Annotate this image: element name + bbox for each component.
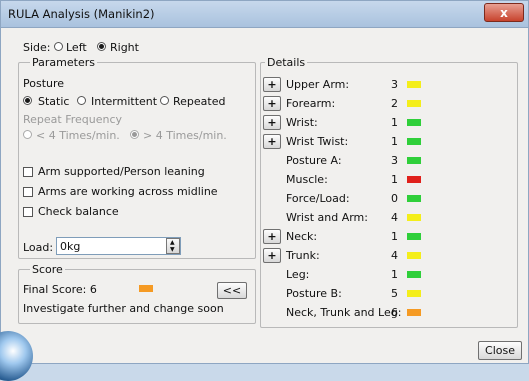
expand-row-button[interactable]: + (263, 229, 281, 244)
detail-score-indicator (407, 233, 421, 240)
detail-value: 2 (391, 97, 398, 110)
close-icon: x (500, 6, 508, 20)
detail-value: 0 (391, 192, 398, 205)
detail-label: Leg: (286, 268, 310, 281)
posture-intermittent-label: Intermittent (91, 95, 158, 108)
detail-label: Wrist: (286, 116, 318, 129)
detail-score-indicator (407, 176, 421, 183)
load-value: 0kg (60, 240, 81, 253)
parameters-legend: Parameters (30, 56, 97, 69)
repeat-under-4-radio (23, 130, 32, 139)
detail-score-indicator (407, 157, 421, 164)
repeat-over-4-radio (130, 130, 139, 139)
detail-value: 1 (391, 173, 398, 186)
expand-row-button[interactable]: + (263, 115, 281, 130)
posture-intermittent-radio[interactable] (77, 96, 86, 105)
expand-row-button[interactable]: + (263, 96, 281, 111)
detail-label: Muscle: (286, 173, 328, 186)
detail-score-indicator (407, 195, 421, 202)
side-right-radio[interactable] (97, 42, 106, 51)
score-legend: Score (30, 263, 65, 276)
side-label: Side: (23, 41, 51, 54)
expand-row-button[interactable]: + (263, 134, 281, 149)
load-input[interactable]: 0kg (56, 237, 181, 255)
detail-value: 3 (391, 78, 398, 91)
parameters-group (18, 62, 256, 259)
collapse-details-button[interactable]: << (217, 282, 247, 299)
repeat-frequency-label: Repeat Frequency (23, 113, 123, 126)
load-label: Load: (23, 241, 54, 254)
final-score-label: Final Score: 6 (23, 283, 97, 296)
detail-label: Force/Load: (286, 192, 350, 205)
posture-repeated-label: Repeated (173, 95, 226, 108)
close-button[interactable]: Close (478, 341, 522, 360)
detail-label: Posture A: (286, 154, 342, 167)
detail-value: 3 (391, 154, 398, 167)
detail-score-indicator (407, 138, 421, 145)
detail-value: 1 (391, 230, 398, 243)
detail-value: 1 (391, 135, 398, 148)
details-legend: Details (265, 56, 308, 69)
expand-row-button[interactable]: + (263, 77, 281, 92)
posture-repeated-radio[interactable] (160, 96, 169, 105)
window-title: RULA Analysis (Manikin2) (8, 7, 155, 21)
detail-value: 4 (391, 211, 398, 224)
close-button-label: Close (485, 344, 515, 357)
detail-score-indicator (407, 290, 421, 297)
detail-label: Trunk: (286, 249, 320, 262)
detail-score-indicator (407, 252, 421, 259)
dialog-footer (1, 337, 528, 363)
side-right-label: Right (110, 41, 139, 54)
score-message: Investigate further and change soon (23, 302, 224, 315)
arms-midline-checkbox[interactable] (23, 187, 33, 197)
check-balance-label: Check balance (38, 205, 119, 218)
detail-value: 4 (391, 249, 398, 262)
arm-supported-label: Arm supported/Person leaning (38, 165, 205, 178)
detail-label: Wrist Twist: (286, 135, 349, 148)
posture-label: Posture (23, 77, 65, 90)
detail-value: 1 (391, 116, 398, 129)
stepper-down-icon[interactable]: ▼ (170, 247, 175, 253)
detail-score-indicator (407, 271, 421, 278)
detail-label: Forearm: (286, 97, 336, 110)
detail-value: 1 (391, 268, 398, 281)
detail-label: Neck, Trunk and Leg: (286, 306, 402, 319)
detail-value: 6 (391, 306, 398, 319)
detail-label: Neck: (286, 230, 318, 243)
posture-static-radio[interactable] (23, 96, 32, 105)
check-balance-checkbox[interactable] (23, 207, 33, 217)
window-close-button[interactable]: x (484, 3, 524, 22)
repeat-under-4-label: < 4 Times/min. (36, 129, 120, 142)
detail-score-indicator (407, 214, 421, 221)
detail-score-indicator (407, 100, 421, 107)
final-score-indicator (139, 285, 153, 292)
title-bar[interactable]: RULA Analysis (Manikin2) x (1, 1, 528, 28)
detail-label: Upper Arm: (286, 78, 350, 91)
posture-static-label: Static (38, 95, 70, 108)
detail-label: Wrist and Arm: (286, 211, 368, 224)
side-left-radio[interactable] (54, 42, 63, 51)
rula-analysis-dialog: RULA Analysis (Manikin2) x Side: Left Ri… (0, 0, 529, 381)
detail-score-indicator (407, 309, 421, 316)
arm-supported-checkbox[interactable] (23, 167, 33, 177)
detail-score-indicator (407, 119, 421, 126)
arms-midline-label: Arms are working across midline (38, 185, 218, 198)
expand-row-button[interactable]: + (263, 248, 281, 263)
detail-label: Posture B: (286, 287, 342, 300)
repeat-over-4-label: > 4 Times/min. (143, 129, 227, 142)
collapse-button-label: << (222, 284, 242, 297)
detail-value: 5 (391, 287, 398, 300)
load-stepper[interactable]: ▲ ▼ (166, 238, 180, 254)
detail-score-indicator (407, 81, 421, 88)
side-left-label: Left (66, 41, 87, 54)
